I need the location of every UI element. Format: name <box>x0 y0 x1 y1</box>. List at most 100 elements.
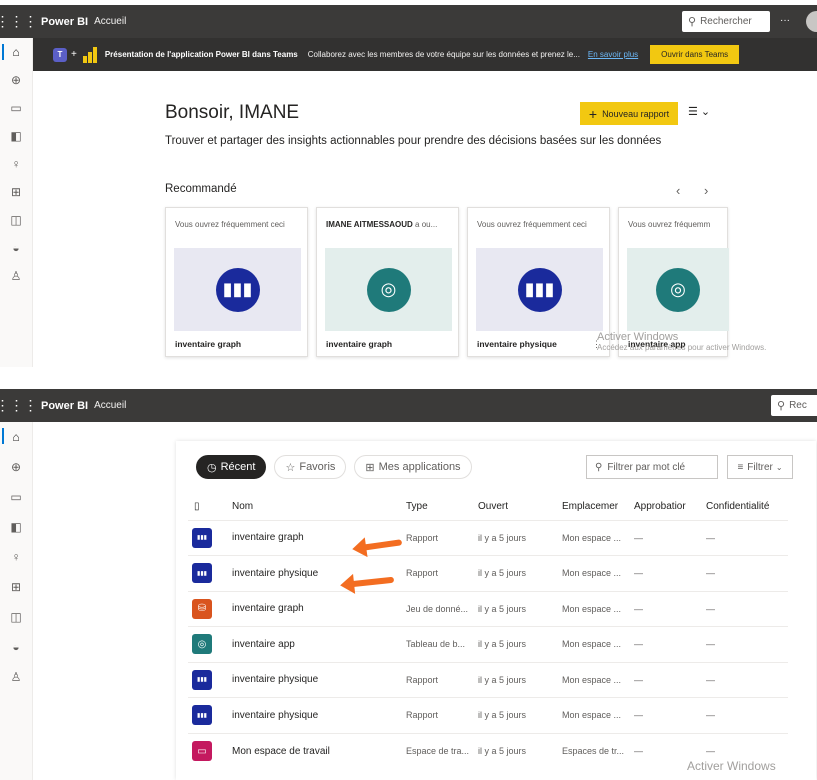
app-launcher-icon[interactable]: ⋮⋮⋮ <box>0 5 38 38</box>
item-approval: — <box>634 590 706 627</box>
item-type: Rapport <box>406 519 478 556</box>
item-type: Rapport <box>406 555 478 591</box>
goals-icon[interactable]: ♀ <box>0 542 32 572</box>
learn-icon[interactable]: ◫ <box>0 206 32 234</box>
item-name[interactable]: inventaire physique <box>232 555 406 591</box>
item-name[interactable]: inventaire graph <box>232 590 406 627</box>
learn-more-link[interactable]: En savoir plus <box>588 50 638 59</box>
card-title: inventaire graph <box>175 339 242 349</box>
dataset-icon: ⛁ <box>192 598 212 619</box>
profile-icon[interactable]: ♙ <box>0 662 32 692</box>
top-bar: ⋮⋮⋮ Power BI Accueil ⚲ Rechercher ··· <box>0 5 817 38</box>
browse-icon[interactable]: ▭ <box>0 94 32 122</box>
more-options-icon[interactable]: ··· <box>780 15 790 26</box>
search-input[interactable]: ⚲ Rec <box>771 395 817 416</box>
create-icon[interactable]: ⊕ <box>0 452 32 482</box>
tab-my-apps[interactable]: ⊞ Mes applications <box>354 455 472 479</box>
recommended-card[interactable]: Vous ouvrez fréquemment ceci ▮▮▮ inventa… <box>165 207 308 357</box>
item-name[interactable]: inventaire physique <box>232 697 406 733</box>
chevron-down-icon: ⌄ <box>775 462 783 472</box>
card-title: inventaire graph <box>326 339 393 349</box>
breadcrumb[interactable]: Accueil <box>94 400 126 411</box>
browse-icon[interactable]: ▭ <box>0 482 32 512</box>
table-row[interactable]: ⛁ inventaire graph Jeu de donné... il y a 5… <box>188 590 788 627</box>
learn-icon[interactable]: ◫ <box>0 602 32 632</box>
item-name[interactable]: inventaire graph <box>232 519 406 556</box>
dashboard-icon: ◎ <box>366 267 411 312</box>
profile-icon[interactable]: ♙ <box>0 262 32 290</box>
item-location[interactable]: Mon espace ... <box>562 555 634 591</box>
brand-label[interactable]: Power BI <box>41 400 88 412</box>
dashboard-icon: ◎ <box>192 634 212 655</box>
column-location[interactable]: Emplacemer <box>562 494 634 520</box>
search-input[interactable]: ⚲ Rechercher <box>682 11 770 32</box>
apps-icon[interactable]: ⊞ <box>0 572 32 602</box>
item-sensitivity: — <box>706 519 788 556</box>
data-hub-icon[interactable]: ◧ <box>0 122 32 150</box>
tab-recent[interactable]: ◷ Récent <box>196 455 267 479</box>
column-type[interactable]: Type <box>406 494 478 520</box>
filter-button[interactable]: ≡ Filtrer ⌄ <box>727 455 793 479</box>
apps-icon: ⊞ <box>365 461 375 474</box>
banner-description: Collaborez avec les membres de votre équ… <box>307 50 580 59</box>
create-icon[interactable]: ⊕ <box>0 66 32 94</box>
banner-title: Présentation de l'application Power BI d… <box>104 50 298 59</box>
home-icon[interactable]: ⌂ <box>0 38 32 66</box>
open-in-teams-button[interactable]: Ouvrir dans Teams <box>650 45 740 64</box>
recommended-card[interactable]: IMANE AITMESSAOUD a ou... ◎ inventaire g… <box>316 207 459 357</box>
home-icon[interactable]: ⌂ <box>0 422 32 452</box>
star-icon: ☆ <box>285 461 296 474</box>
apps-icon[interactable]: ⊞ <box>0 178 32 206</box>
recommended-heading: Recommandé <box>165 183 237 195</box>
table-row[interactable]: ▮▮▮ inventaire graph Rapport il y a 5 jours… <box>188 519 788 556</box>
goals-icon[interactable]: ♀ <box>0 150 32 178</box>
search-icon: ⚲ <box>595 461 603 473</box>
data-hub-icon[interactable]: ◧ <box>0 512 32 542</box>
new-report-button[interactable]: + Nouveau rapport <box>580 102 678 125</box>
item-name[interactable]: inventaire app <box>232 626 406 662</box>
item-location[interactable]: Mon espace ... <box>562 626 634 662</box>
item-opened: il y a 5 jours <box>478 697 562 733</box>
item-location[interactable]: Mon espace ... <box>562 661 634 698</box>
report-icon: ▮▮▮ <box>517 267 562 312</box>
app-launcher-icon[interactable]: ⋮⋮⋮ <box>0 389 38 422</box>
carousel-prev-icon[interactable]: ‹ <box>676 183 680 198</box>
table-row[interactable]: ▮▮▮ inventaire physique Rapport il y a 5 jo… <box>188 661 788 698</box>
avatar[interactable] <box>806 11 817 32</box>
item-location[interactable]: Mon espace ... <box>562 519 634 556</box>
item-name[interactable]: Mon espace de travail <box>232 732 406 769</box>
file-type-icon: ▯ <box>194 501 200 513</box>
item-opened: il y a 5 jours <box>478 555 562 591</box>
item-location[interactable]: Mon espace ... <box>562 590 634 627</box>
tab-favorites[interactable]: ☆ Favoris <box>274 455 347 479</box>
column-approval[interactable]: Approbatior <box>634 494 706 520</box>
item-approval: — <box>634 519 706 556</box>
item-approval: — <box>634 555 706 591</box>
card-header: Vous ouvrez fréquemment ceci <box>477 220 587 229</box>
table-row[interactable]: ▮▮▮ inventaire physique Rapport il y a 5 jo… <box>188 697 788 733</box>
table-row[interactable]: ▮▮▮ inventaire physique Rapport il y a 5 jo… <box>188 555 788 591</box>
brand-label[interactable]: Power BI <box>41 16 88 28</box>
keyword-filter-input[interactable]: ⚲ Filtrer par mot clé <box>586 455 718 479</box>
item-opened: il y a 5 jours <box>478 626 562 662</box>
column-sensitivity[interactable]: Confidentialité <box>706 494 788 520</box>
item-opened: il y a 5 jours <box>478 661 562 698</box>
breadcrumb[interactable]: Accueil <box>94 16 126 27</box>
item-location[interactable]: Espaces de tr... <box>562 732 634 769</box>
item-location[interactable]: Mon espace ... <box>562 697 634 733</box>
carousel-next-icon[interactable]: › <box>704 183 708 198</box>
item-opened: il y a 5 jours <box>478 519 562 556</box>
workspace-icon: ▭ <box>192 741 212 761</box>
column-opened[interactable]: Ouvert <box>478 494 562 520</box>
report-icon: ▮▮▮ <box>215 267 260 312</box>
workspaces-icon[interactable]: ◒ <box>0 632 32 662</box>
column-name[interactable]: Nom <box>232 494 406 520</box>
item-name[interactable]: inventaire physique <box>232 661 406 698</box>
view-toggle-icon[interactable]: ☰ ⌄ <box>688 105 710 118</box>
card-title: inventaire physique <box>477 339 557 349</box>
workspaces-icon[interactable]: ◒ <box>0 234 32 262</box>
search-icon: ⚲ <box>688 16 697 28</box>
table-row[interactable]: ◎ inventaire app Tableau de b... il y a 5 j… <box>188 626 788 662</box>
recommended-card[interactable]: Vous ouvrez fréquemment ceci ▮▮▮ inventa… <box>467 207 610 357</box>
item-opened: il y a 5 jours <box>478 590 562 627</box>
